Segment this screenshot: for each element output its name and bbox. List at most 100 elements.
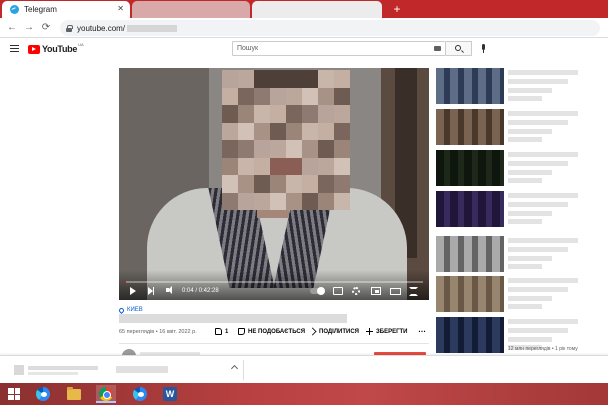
windows-taskbar: W bbox=[0, 383, 608, 405]
face-pixel bbox=[286, 192, 302, 210]
taskbar-file-explorer[interactable] bbox=[64, 385, 84, 403]
face-pixel bbox=[270, 175, 286, 193]
recommendation-text-blurred bbox=[508, 70, 578, 75]
youtube-logo[interactable]: YouTube UA bbox=[28, 42, 84, 55]
face-pixel bbox=[222, 122, 238, 140]
video-location-link[interactable]: КИЕВ bbox=[117, 306, 143, 314]
autoplay-toggle-icon[interactable] bbox=[310, 287, 325, 295]
taskbar-edge-2[interactable] bbox=[130, 385, 150, 403]
recommendation-text-blurred bbox=[508, 152, 578, 157]
share-icon bbox=[308, 327, 317, 336]
keyboard-icon[interactable] bbox=[434, 46, 441, 51]
recommendation-card[interactable] bbox=[436, 236, 606, 272]
recommendation-thumbnail[interactable] bbox=[436, 191, 504, 227]
face-pixel bbox=[254, 87, 270, 105]
tab-telegram-label: Telegram bbox=[24, 5, 57, 14]
recommendation-text-blurred bbox=[508, 319, 578, 324]
recommendation-text-blurred bbox=[508, 161, 568, 166]
download-extra-blurred bbox=[116, 366, 168, 373]
face-pixel bbox=[222, 192, 238, 210]
progress-bar-fill bbox=[125, 281, 126, 283]
face-pixel bbox=[334, 157, 350, 175]
windows-start-icon[interactable] bbox=[8, 388, 20, 400]
face-pixel bbox=[254, 140, 270, 158]
address-bar[interactable]: youtube.com/ bbox=[60, 20, 600, 36]
face-pixel bbox=[302, 70, 318, 88]
tab-active-youtube[interactable] bbox=[252, 1, 382, 18]
progress-bar[interactable] bbox=[125, 281, 423, 283]
recommendation-text-blurred bbox=[508, 328, 568, 333]
play-icon[interactable] bbox=[130, 287, 136, 295]
face-pixel bbox=[334, 122, 350, 140]
recommendation-thumbnail[interactable] bbox=[436, 150, 504, 186]
recommendation-card[interactable] bbox=[436, 276, 606, 312]
file-icon bbox=[14, 365, 24, 375]
recommendation-text-blurred bbox=[508, 79, 568, 84]
dislike-button[interactable]: НЕ ПОДОБАЄТЬСЯ bbox=[238, 328, 305, 335]
taskbar-edge[interactable] bbox=[33, 385, 53, 403]
edge-icon bbox=[36, 387, 50, 401]
recommendation-text-blurred bbox=[508, 238, 578, 243]
face-pixel bbox=[270, 70, 286, 88]
recommendation-thumbnail[interactable] bbox=[436, 109, 504, 145]
recommendation-card[interactable] bbox=[436, 109, 606, 145]
face-pixel bbox=[302, 122, 318, 140]
recommendation-text-blurred bbox=[508, 120, 568, 125]
fullscreen-icon[interactable] bbox=[409, 287, 418, 296]
search-button[interactable] bbox=[446, 41, 472, 56]
face-pixel bbox=[222, 105, 238, 123]
tab-telegram[interactable]: Telegram ✕ bbox=[2, 1, 130, 18]
share-button[interactable]: ПОДІЛИТИСЯ bbox=[308, 327, 359, 336]
recommendation-text-blurred bbox=[508, 129, 552, 134]
face-pixel bbox=[222, 87, 238, 105]
location-pin-icon bbox=[117, 306, 126, 314]
download-item[interactable] bbox=[8, 360, 244, 380]
volume-icon[interactable] bbox=[166, 286, 172, 294]
face-pixel bbox=[302, 175, 318, 193]
video-player[interactable]: 0:04 / 0:42:28 bbox=[119, 68, 429, 300]
menu-icon[interactable] bbox=[10, 45, 19, 52]
recommendation-thumbnail[interactable] bbox=[436, 317, 504, 353]
face-pixel bbox=[318, 192, 334, 210]
recommendation-text-blurred bbox=[508, 178, 542, 183]
video-location-text: КИЕВ bbox=[127, 307, 143, 313]
subtitles-icon[interactable] bbox=[333, 287, 343, 295]
next-icon[interactable] bbox=[148, 287, 154, 295]
back-arrow-icon[interactable]: ← bbox=[6, 21, 18, 35]
face-pixel bbox=[238, 192, 254, 210]
address-url: youtube.com/ bbox=[77, 23, 126, 33]
more-actions-button[interactable]: … bbox=[418, 325, 426, 334]
recommendation-thumbnail[interactable] bbox=[436, 68, 504, 104]
search-input[interactable]: Пошук bbox=[232, 41, 446, 56]
face-pixel bbox=[254, 157, 270, 175]
tab-close-icon[interactable]: ✕ bbox=[117, 4, 124, 13]
recommendation-text-blurred bbox=[508, 193, 578, 198]
face-pixel bbox=[254, 175, 270, 193]
like-button[interactable]: 1 bbox=[215, 328, 228, 335]
face-pixel bbox=[286, 140, 302, 158]
face-pixel bbox=[270, 140, 286, 158]
recommendation-thumbnail[interactable] bbox=[436, 236, 504, 272]
forward-arrow-icon[interactable]: → bbox=[23, 21, 35, 35]
taskbar-chrome[interactable] bbox=[96, 385, 116, 403]
microphone-icon[interactable] bbox=[482, 44, 485, 53]
save-playlist-icon bbox=[366, 328, 373, 335]
taskbar-word[interactable]: W bbox=[160, 385, 180, 403]
recommendation-text-blurred bbox=[508, 88, 552, 93]
theater-mode-icon[interactable] bbox=[390, 288, 401, 295]
miniplayer-icon[interactable] bbox=[371, 287, 381, 295]
recommendation-card[interactable] bbox=[436, 150, 606, 186]
settings-gear-icon[interactable] bbox=[352, 287, 360, 295]
recommendation-card[interactable] bbox=[436, 191, 606, 227]
tab-blurred[interactable] bbox=[132, 1, 250, 18]
address-url-blurred bbox=[127, 24, 178, 32]
recommendation-thumbnail[interactable] bbox=[436, 276, 504, 312]
recommendation-card[interactable] bbox=[436, 68, 606, 104]
face-pixel bbox=[222, 140, 238, 158]
reload-icon[interactable]: ⟳ bbox=[40, 21, 52, 35]
face-pixel bbox=[334, 87, 350, 105]
save-button[interactable]: ЗБЕРЕГТИ bbox=[366, 328, 407, 335]
chevron-up-icon[interactable] bbox=[230, 364, 239, 373]
face-pixel bbox=[286, 122, 302, 140]
new-tab-button[interactable]: + bbox=[390, 2, 404, 16]
